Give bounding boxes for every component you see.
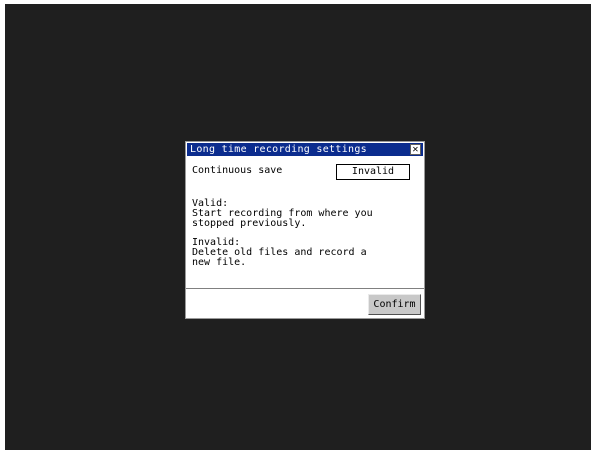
dialog-title: Long time recording settings: [190, 144, 367, 155]
invalid-description-line-2: new file.: [192, 257, 247, 268]
footer-divider: [186, 288, 424, 289]
continuous-save-value-button[interactable]: Invalid: [336, 164, 410, 180]
valid-description-line-2: stopped previously.: [192, 218, 307, 229]
close-button[interactable]: ✕: [410, 144, 421, 155]
dialog-titlebar: Long time recording settings ✕: [187, 143, 423, 156]
close-icon: ✕: [412, 144, 419, 155]
long-time-recording-dialog: Long time recording settings ✕ Continuou…: [185, 141, 425, 319]
screen-background: Long time recording settings ✕ Continuou…: [5, 4, 591, 450]
continuous-save-label: Continuous save: [192, 165, 283, 176]
confirm-button[interactable]: Confirm: [368, 294, 421, 315]
